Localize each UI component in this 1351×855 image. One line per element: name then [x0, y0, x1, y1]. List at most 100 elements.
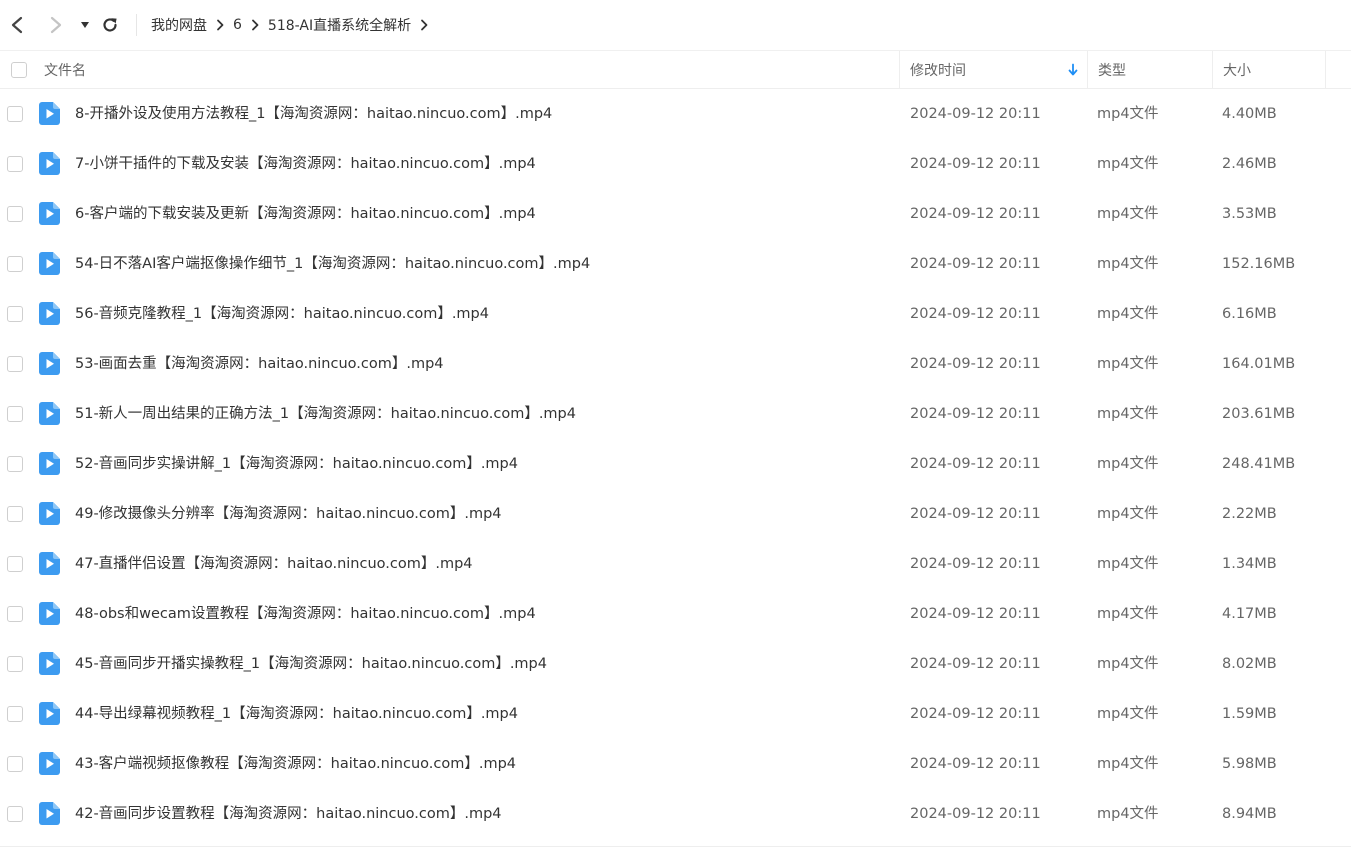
file-row[interactable]: 56-音频克隆教程_1【海淘资源网：haitao.nincuo.com】.mp4… [0, 289, 1351, 339]
column-header-modified[interactable]: 修改时间 [910, 51, 966, 89]
row-checkbox[interactable] [7, 606, 23, 622]
video-file-icon [39, 252, 60, 275]
column-divider[interactable] [1325, 51, 1326, 89]
file-type: mp4文件 [1097, 706, 1159, 722]
chevron-right-icon [242, 0, 268, 50]
row-checkbox[interactable] [7, 806, 23, 822]
row-checkbox[interactable] [7, 656, 23, 672]
column-divider[interactable] [1212, 51, 1213, 89]
history-dropdown-button[interactable] [74, 13, 96, 37]
file-modified-time: 2024-09-12 20:11 [910, 206, 1041, 222]
file-modified-time: 2024-09-12 20:11 [910, 756, 1041, 772]
back-button[interactable] [6, 13, 28, 37]
select-all-checkbox-cell [11, 51, 27, 89]
column-header-name[interactable]: 文件名 [44, 51, 86, 89]
file-name[interactable]: 45-音画同步开播实操教程_1【海淘资源网：haitao.nincuo.com】… [75, 639, 547, 689]
video-file-icon [39, 802, 60, 825]
file-type: mp4文件 [1097, 256, 1159, 272]
file-type: mp4文件 [1097, 656, 1159, 672]
refresh-button[interactable] [99, 13, 121, 37]
file-modified-time: 2024-09-12 20:11 [910, 306, 1041, 322]
file-row[interactable]: 8-开播外设及使用方法教程_1【海淘资源网：haitao.nincuo.com】… [0, 89, 1351, 139]
file-size: 6.16MB [1222, 306, 1277, 322]
row-checkbox[interactable] [7, 156, 23, 172]
file-name[interactable]: 56-音频克隆教程_1【海淘资源网：haitao.nincuo.com】.mp4 [75, 289, 489, 339]
file-row[interactable]: 6-客户端的下载安装及更新【海淘资源网：haitao.nincuo.com】.m… [0, 189, 1351, 239]
file-size: 248.41MB [1222, 456, 1296, 472]
file-name[interactable]: 51-新人一周出结果的正确方法_1【海淘资源网：haitao.nincuo.co… [75, 389, 576, 439]
row-checkbox[interactable] [7, 556, 23, 572]
row-checkbox[interactable] [7, 306, 23, 322]
chevron-right-icon [207, 0, 233, 50]
row-checkbox[interactable] [7, 756, 23, 772]
file-name[interactable]: 6-客户端的下载安装及更新【海淘资源网：haitao.nincuo.com】.m… [75, 189, 536, 239]
file-name[interactable]: 52-音画同步实操讲解_1【海淘资源网：haitao.nincuo.com】.m… [75, 439, 518, 489]
file-row[interactable]: 52-音画同步实操讲解_1【海淘资源网：haitao.nincuo.com】.m… [0, 439, 1351, 489]
file-row[interactable]: 44-导出绿幕视频教程_1【海淘资源网：haitao.nincuo.com】.m… [0, 689, 1351, 739]
file-name[interactable]: 8-开播外设及使用方法教程_1【海淘资源网：haitao.nincuo.com】… [75, 89, 552, 139]
column-divider[interactable] [899, 51, 900, 89]
file-modified-time: 2024-09-12 20:11 [910, 806, 1041, 822]
file-name[interactable]: 43-客户端视频抠像教程【海淘资源网：haitao.nincuo.com】.mp… [75, 739, 516, 789]
file-modified-time: 2024-09-12 20:11 [910, 606, 1041, 622]
video-file-icon [39, 552, 60, 575]
row-checkbox[interactable] [7, 206, 23, 222]
file-size: 5.98MB [1222, 756, 1277, 772]
row-checkbox[interactable] [7, 406, 23, 422]
file-name[interactable]: 42-音画同步设置教程【海淘资源网：haitao.nincuo.com】.mp4 [75, 789, 502, 839]
row-checkbox[interactable] [7, 256, 23, 272]
toolbar-divider [136, 14, 137, 36]
file-row[interactable]: 45-音画同步开播实操教程_1【海淘资源网：haitao.nincuo.com】… [0, 639, 1351, 689]
file-row[interactable]: 51-新人一周出结果的正确方法_1【海淘资源网：haitao.nincuo.co… [0, 389, 1351, 439]
file-name[interactable]: 53-画面去重【海淘资源网：haitao.nincuo.com】.mp4 [75, 339, 444, 389]
file-name[interactable]: 49-修改摄像头分辨率【海淘资源网：haitao.nincuo.com】.mp4 [75, 489, 502, 539]
row-checkbox[interactable] [7, 706, 23, 722]
file-modified-time: 2024-09-12 20:11 [910, 156, 1041, 172]
file-name[interactable]: 7-小饼干插件的下载及安装【海淘资源网：haitao.nincuo.com】.m… [75, 139, 536, 189]
caret-down-icon [81, 22, 89, 28]
file-row[interactable]: 53-画面去重【海淘资源网：haitao.nincuo.com】.mp4 2024… [0, 339, 1351, 389]
file-row[interactable]: 54-日不落AI客户端抠像操作细节_1【海淘资源网：haitao.nincuo.… [0, 239, 1351, 289]
video-file-icon [39, 352, 60, 375]
video-file-icon [39, 752, 60, 775]
file-row[interactable]: 49-修改摄像头分辨率【海淘资源网：haitao.nincuo.com】.mp4… [0, 489, 1351, 539]
file-row[interactable]: 48-obs和wecam设置教程【海淘资源网：haitao.nincuo.com… [0, 589, 1351, 639]
select-all-checkbox[interactable] [11, 62, 27, 78]
file-modified-time: 2024-09-12 20:11 [910, 456, 1041, 472]
row-checkbox[interactable] [7, 106, 23, 122]
file-size: 2.22MB [1222, 506, 1277, 522]
file-type: mp4文件 [1097, 506, 1159, 522]
breadcrumb-item-current[interactable]: 518-AI直播系统全解析 [268, 15, 411, 35]
file-row[interactable]: 42-音画同步设置教程【海淘资源网：haitao.nincuo.com】.mp4… [0, 789, 1351, 839]
breadcrumb-item-folder-6[interactable]: 6 [233, 17, 242, 33]
video-file-icon [39, 652, 60, 675]
row-checkbox[interactable] [7, 506, 23, 522]
row-checkbox[interactable] [7, 456, 23, 472]
file-type: mp4文件 [1097, 556, 1159, 572]
video-file-icon [39, 452, 60, 475]
file-modified-time: 2024-09-12 20:11 [910, 106, 1041, 122]
file-size: 2.46MB [1222, 156, 1277, 172]
chevron-left-icon [11, 16, 23, 34]
sort-desc-icon[interactable] [1068, 51, 1078, 89]
row-checkbox[interactable] [7, 356, 23, 372]
file-size: 152.16MB [1222, 256, 1296, 272]
video-file-icon [39, 152, 60, 175]
column-header-type[interactable]: 类型 [1098, 51, 1126, 89]
column-header-size[interactable]: 大小 [1223, 51, 1251, 89]
file-name[interactable]: 44-导出绿幕视频教程_1【海淘资源网：haitao.nincuo.com】.m… [75, 689, 518, 739]
file-row[interactable]: 7-小饼干插件的下载及安装【海淘资源网：haitao.nincuo.com】.m… [0, 139, 1351, 189]
file-type: mp4文件 [1097, 206, 1159, 222]
column-divider[interactable] [1087, 51, 1088, 89]
file-size: 8.94MB [1222, 806, 1277, 822]
breadcrumb-item-root[interactable]: 我的网盘 [151, 15, 207, 35]
file-name[interactable]: 47-直播伴侣设置【海淘资源网：haitao.nincuo.com】.mp4 [75, 539, 473, 589]
file-row[interactable]: 47-直播伴侣设置【海淘资源网：haitao.nincuo.com】.mp4 20… [0, 539, 1351, 589]
file-name[interactable]: 54-日不落AI客户端抠像操作细节_1【海淘资源网：haitao.nincuo.… [75, 239, 590, 289]
file-type: mp4文件 [1097, 456, 1159, 472]
chevron-right-icon[interactable] [411, 0, 437, 50]
forward-button[interactable] [45, 13, 67, 37]
file-row[interactable]: 43-客户端视频抠像教程【海淘资源网：haitao.nincuo.com】.mp… [0, 739, 1351, 789]
file-name[interactable]: 48-obs和wecam设置教程【海淘资源网：haitao.nincuo.com… [75, 589, 536, 639]
file-size: 1.34MB [1222, 556, 1277, 572]
